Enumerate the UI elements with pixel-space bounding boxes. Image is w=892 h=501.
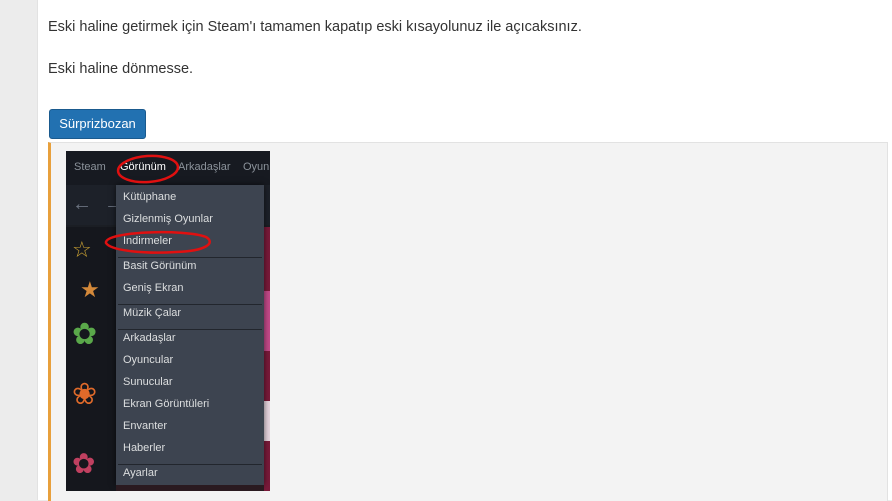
post-content: Eski haline getirmek için Steam'ı tamame… xyxy=(37,0,892,501)
menu-item-settings: Ayarlar xyxy=(123,467,158,479)
menu-separator xyxy=(118,329,262,330)
menu-separator xyxy=(118,304,262,305)
menu-games: Oyun xyxy=(243,161,270,173)
back-arrow-icon: ← xyxy=(72,193,92,215)
menu-item-hidden-games: Gizlenmiş Oyunlar xyxy=(123,213,213,225)
menu-item-servers: Sunucular xyxy=(123,376,173,388)
spoiler-content: Steam Görünüm Arkadaşlar Oyun ← → ☆ ★ ✿ … xyxy=(48,142,888,501)
menu-item-screenshots: Ekran Görüntüleri xyxy=(123,398,210,410)
flower-icon: ❀ xyxy=(72,378,98,411)
menu-item-music-player: Müzik Çalar xyxy=(123,307,182,319)
menu-view: Görünüm xyxy=(120,161,166,173)
menu-separator xyxy=(118,464,262,465)
background-art: ☆ ★ ✿ ❀ ✿ xyxy=(66,227,116,491)
view-dropdown-menu: Kütüphane Gizlenmiş Oyunlar İndirmeler B… xyxy=(116,185,264,485)
menu-separator xyxy=(118,257,262,258)
menu-item-library: Kütüphane xyxy=(123,191,177,203)
instruction-paragraph: Eski haline getirmek için Steam'ı tamame… xyxy=(48,19,582,35)
art-strip xyxy=(263,227,270,491)
menu-item-players: Oyuncular xyxy=(123,354,174,366)
menu-item-big-picture: Geniş Ekran xyxy=(123,282,184,294)
flower-icon: ✿ xyxy=(72,318,98,351)
fallback-paragraph: Eski haline dönmesse. xyxy=(48,61,194,77)
menu-item-small-mode: Basit Görünüm xyxy=(123,260,197,272)
steam-menubar: Steam Görünüm Arkadaşlar Oyun xyxy=(66,151,270,185)
art-strip xyxy=(263,291,270,351)
menu-item-friends: Arkadaşlar xyxy=(123,332,176,344)
spoiler-button[interactable]: Sürprizbozan xyxy=(49,109,146,139)
menu-steam: Steam xyxy=(74,161,106,173)
bottom-art xyxy=(116,485,264,491)
steam-screenshot: Steam Görünüm Arkadaşlar Oyun ← → ☆ ★ ✿ … xyxy=(66,151,270,491)
menu-item-news: Haberler xyxy=(123,442,166,454)
art-strip xyxy=(263,401,270,441)
star-icon: ☆ xyxy=(72,237,92,262)
menu-item-inventory: Envanter xyxy=(123,420,168,432)
flower-icon: ✿ xyxy=(72,448,96,479)
menu-friends: Arkadaşlar xyxy=(178,161,231,173)
menu-item-downloads: İndirmeler xyxy=(123,235,172,247)
star-icon: ★ xyxy=(80,277,100,302)
